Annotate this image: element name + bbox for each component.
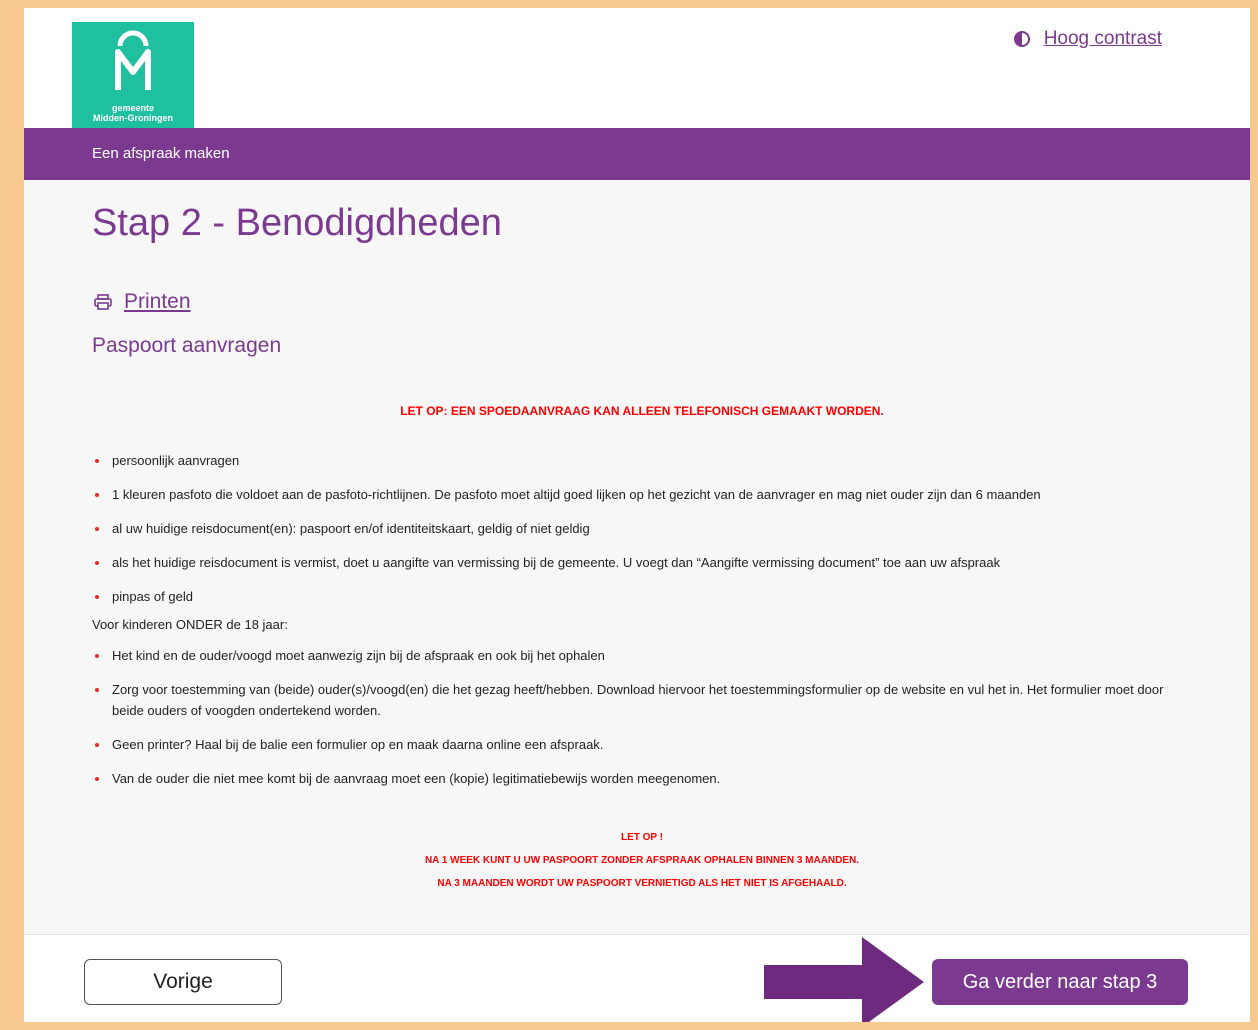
high-contrast-toggle[interactable]: Hoog contrast: [1013, 28, 1162, 50]
list-item: 1 kleuren pasfoto die voldoet aan de pas…: [92, 484, 1172, 505]
nav-bar: Een afspraak maken: [24, 128, 1250, 180]
requirements-section: persoonlijk aanvragen 1 kleuren pasfoto …: [92, 450, 1172, 802]
list-item: Zorg voor toestemming van (beide) ouder(…: [92, 679, 1172, 721]
high-contrast-link[interactable]: Hoog contrast: [1044, 28, 1162, 50]
logo-line-1: gemeente: [111, 103, 155, 113]
kids-heading: Voor kinderen ONDER de 18 jaar:: [92, 617, 288, 632]
municipality-logo[interactable]: gemeente Midden-Groningen: [72, 22, 194, 128]
next-step-button[interactable]: Ga verder naar stap 3: [932, 959, 1188, 1005]
arrow-icon: [764, 937, 924, 1022]
header: gemeente Midden-Groningen Hoog contrast: [24, 8, 1250, 128]
notice-line: NA 3 MAANDEN WORDT UW PASPOORT VERNIETIG…: [437, 878, 847, 889]
list-item: al uw huidige reisdocument(en): paspoort…: [92, 518, 1172, 539]
list-item: Het kind en de ouder/voogd moet aanwezig…: [92, 645, 1172, 666]
logo-m-icon: [115, 30, 151, 90]
requirements-list: persoonlijk aanvragen 1 kleuren pasfoto …: [92, 450, 1172, 607]
list-item: Geen printer? Haal bij de balie een form…: [92, 734, 1172, 755]
service-subtitle: Paspoort aanvragen: [92, 334, 282, 357]
urgent-warning: LET OP: EEN SPOEDAANVRAAG KAN ALLEEN TEL…: [400, 404, 884, 418]
print-action[interactable]: Printen: [94, 290, 191, 314]
list-item: als het huidige reisdocument is vermist,…: [92, 552, 1172, 573]
list-item: persoonlijk aanvragen: [92, 450, 1172, 471]
printer-icon: [94, 294, 112, 310]
previous-button[interactable]: Vorige: [84, 959, 282, 1005]
kids-list: Het kind en de ouder/voogd moet aanwezig…: [92, 645, 1172, 789]
page-frame: gemeente Midden-Groningen Hoog contrast …: [24, 8, 1250, 1022]
notice-line: LET OP !: [620, 832, 664, 843]
footer-nav: Vorige Ga verder naar stap 3: [24, 934, 1250, 1022]
list-item: pinpas of geld: [92, 586, 1172, 607]
page-title: Stap 2 - Benodigdheden: [92, 202, 502, 244]
list-item: Van de ouder die niet mee komt bij de aa…: [92, 768, 1172, 789]
logo-line-2: Midden-Groningen: [93, 113, 173, 123]
pickup-notice: LET OP ! NA 1 WEEK KUNT U UW PASPOORT ZO…: [92, 826, 1192, 895]
contrast-icon: [1013, 31, 1030, 47]
nav-title: Een afspraak maken: [92, 145, 230, 162]
notice-line: NA 1 WEEK KUNT U UW PASPOORT ZONDER AFSP…: [424, 855, 860, 866]
print-link[interactable]: Printen: [124, 290, 191, 314]
